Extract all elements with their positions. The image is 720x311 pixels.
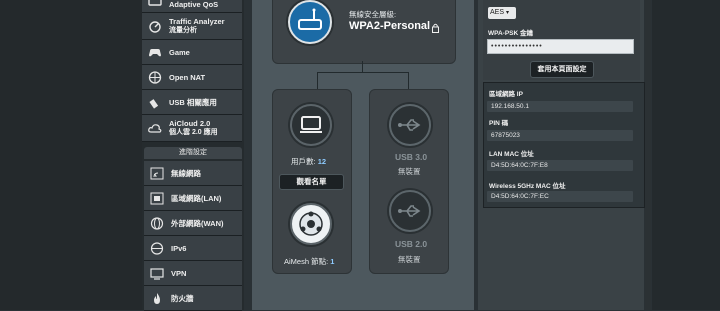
- tree-line: [317, 72, 318, 89]
- usb2-status: 無裝置: [398, 255, 421, 264]
- sidebar-item-game[interactable]: Game: [142, 40, 242, 65]
- clients-circle[interactable]: [290, 104, 332, 146]
- sidebar-item-label: USB 相關應用: [169, 97, 217, 107]
- security-level-value: WPA2-Personal: [349, 20, 431, 32]
- advanced-settings-header: 進階設定: [144, 147, 242, 159]
- encryption-select[interactable]: AES ▾: [488, 7, 516, 19]
- sidebar-item-lan[interactable]: 區域網路(LAN): [144, 186, 242, 211]
- wifi5-mac-label: Wireless 5GHz MAC 位址: [489, 183, 566, 190]
- sidebar-item-label: Traffic Analyzer: [169, 17, 225, 26]
- apply-button[interactable]: 套用本頁面設定: [530, 61, 594, 78]
- usb2-circle[interactable]: [389, 190, 431, 232]
- scrollbar[interactable]: [645, 0, 651, 310]
- clients-label-text: 用戶數:: [291, 157, 316, 166]
- lan-mac-value: D4:5D:64:0C:7F:E8: [487, 160, 633, 171]
- sidebar-item-adaptive-qos[interactable]: Adaptive QoS: [142, 0, 242, 13]
- sidebar-item-firewall[interactable]: 防火牆: [144, 286, 242, 311]
- sidebar-item-ipv6[interactable]: IPv6: [144, 236, 242, 261]
- wpa-key-label: WPA-PSK 金鑰: [488, 30, 534, 37]
- open-nat-icon: [147, 70, 163, 84]
- lan-icon: [149, 191, 165, 205]
- usb2-label: USB 2.0: [395, 239, 428, 249]
- wifi5-mac-value: D4:5D:64:0C:7F:EC: [487, 191, 633, 202]
- aimesh-label: AiMesh 節點: 1: [284, 256, 334, 267]
- sidebar-item-label: VPN: [171, 268, 187, 278]
- usb3-status: 無裝置: [398, 167, 421, 176]
- lock-icon: [432, 20, 439, 33]
- lan-mac-label: LAN MAC 位址: [489, 151, 534, 158]
- usb3-label: USB 3.0: [395, 152, 428, 162]
- lan-ip-label: 區域網路 IP: [489, 91, 523, 98]
- wpa-key-input[interactable]: •••••••••••••••: [487, 39, 634, 54]
- pin-value: 67875023: [487, 130, 633, 141]
- clients-count: 12: [317, 157, 327, 166]
- traffic-analyzer-icon: [147, 19, 163, 33]
- security-level-label: 無線安全層級:: [349, 10, 397, 19]
- sidebar-item-label: Adaptive QoS: [169, 0, 219, 9]
- sidebar-item-wan[interactable]: 外部網路(WAN): [144, 211, 242, 236]
- wan-icon: [149, 216, 165, 230]
- sidebar-item-label: Open NAT: [169, 72, 206, 82]
- view-client-list-button[interactable]: 觀看名單: [279, 174, 344, 190]
- usb3-circle[interactable]: [389, 104, 431, 146]
- router-icon[interactable]: [288, 0, 332, 44]
- aimesh-count: 1: [330, 257, 335, 266]
- sidebar-item-wireless[interactable]: 無線網路: [144, 161, 242, 186]
- sidebar-item-label: IPv6: [171, 243, 187, 253]
- sidebar-item-sublabel: 個人雲 2.0 應用: [169, 129, 218, 136]
- wireless-icon: [149, 166, 165, 180]
- sidebar-item-label: Game: [169, 47, 190, 57]
- sidebar-item-label: 無線網路: [171, 168, 201, 178]
- gamepad-icon: [147, 45, 163, 59]
- clients-label: 用戶數: 12: [291, 156, 326, 167]
- tree-line: [317, 72, 409, 73]
- pin-label: PIN 碼: [489, 120, 509, 127]
- sidebar-item-traffic-analyzer[interactable]: Traffic Analyzer 流量分析: [142, 13, 242, 40]
- sidebar-item-label: 防火牆: [171, 293, 194, 303]
- aimesh-circle[interactable]: [290, 203, 332, 245]
- sidebar-item-label: 區域網路(LAN): [171, 193, 222, 203]
- cloud-icon: [147, 121, 163, 135]
- usb-icon: [147, 95, 163, 109]
- sidebar-item-label: 外部網路(WAN): [171, 218, 224, 228]
- sidebar-item-aicloud[interactable]: AiCloud 2.0 個人雲 2.0 應用: [142, 115, 242, 142]
- encryption-value: AES: [490, 9, 505, 16]
- firewall-icon: [149, 291, 165, 305]
- sidebar-item-usb-apps[interactable]: USB 相關應用: [142, 90, 242, 115]
- vpn-icon: [149, 266, 165, 280]
- tree-line: [408, 72, 409, 89]
- left-background: [0, 0, 142, 310]
- sidebar-item-vpn[interactable]: VPN: [144, 261, 242, 286]
- ipv6-icon: [149, 241, 165, 255]
- right-background: [652, 0, 720, 310]
- sidebar: Adaptive QoS Traffic Analyzer 流量分析 Game O…: [142, 0, 244, 311]
- sidebar-item-label: AiCloud 2.0: [169, 119, 211, 128]
- qos-icon: [147, 0, 163, 7]
- lan-ip-value: 192.168.50.1: [487, 101, 633, 112]
- sidebar-item-open-nat[interactable]: Open NAT: [142, 65, 242, 90]
- sidebar-item-sublabel: 流量分析: [169, 27, 197, 34]
- chevron-down-icon: ▾: [505, 10, 509, 16]
- aimesh-label-text: AiMesh 節點:: [284, 257, 329, 266]
